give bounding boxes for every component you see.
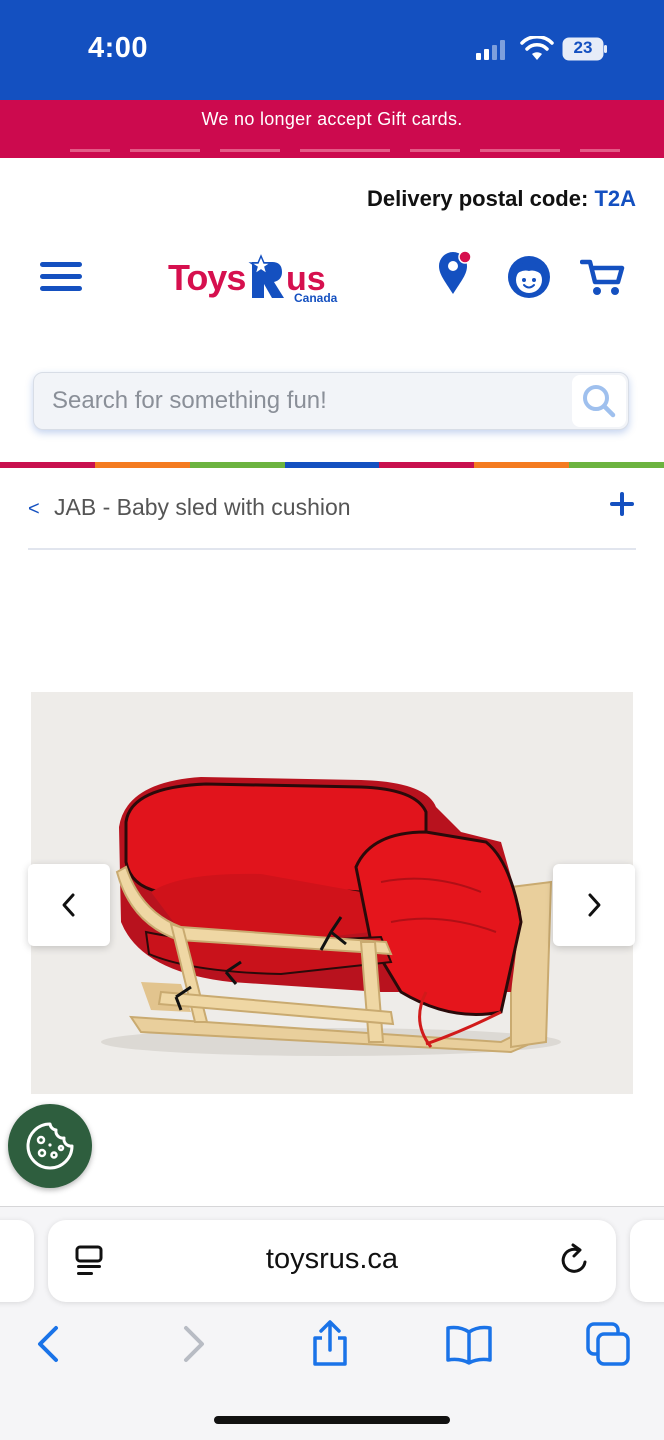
status-time: 4:00: [88, 32, 149, 64]
reload-icon[interactable]: [558, 1242, 592, 1278]
url-text[interactable]: toysrus.ca: [48, 1243, 616, 1276]
share-icon[interactable]: [305, 1320, 355, 1368]
search-icon: [583, 385, 616, 418]
carousel-next-button[interactable]: [553, 864, 635, 946]
promo-message: We no longer accept Gift cards.: [201, 109, 463, 129]
delivery-postal-code[interactable]: Delivery postal code: T2A: [367, 186, 636, 212]
brand-color-stripe: [0, 462, 664, 468]
forward-icon: [184, 1326, 204, 1362]
stripe-segment: [474, 462, 570, 468]
promo-banner: We no longer accept Gift cards.: [0, 100, 664, 158]
wifi-icon: [520, 36, 554, 60]
carousel-prev-button[interactable]: [28, 864, 110, 946]
account-icon[interactable]: [506, 254, 552, 300]
svg-text:Toys: Toys: [168, 257, 245, 298]
sled-illustration: [31, 692, 633, 1094]
address-bar[interactable]: toysrus.ca: [48, 1220, 616, 1302]
delivery-label: Delivery postal code:: [367, 186, 589, 211]
search-input[interactable]: [52, 385, 572, 417]
cart-icon[interactable]: [580, 256, 626, 298]
back-icon[interactable]: [24, 1320, 74, 1368]
stripe-segment: [284, 462, 380, 468]
stripe-segment: [189, 462, 285, 468]
stripe-segment: [0, 462, 95, 468]
promo-scroll-text: [70, 149, 620, 152]
breadcrumb-back-link[interactable]: <: [28, 498, 40, 521]
previous-tab-preview[interactable]: [0, 1220, 34, 1302]
chevron-left-icon: [62, 893, 75, 917]
stripe-segment: [569, 462, 664, 468]
toysrus-logo[interactable]: Toys us Canada: [168, 250, 348, 308]
next-tab-preview[interactable]: [630, 1220, 664, 1302]
cookie-icon: [26, 1122, 74, 1170]
delivery-code[interactable]: T2A: [594, 186, 636, 211]
search-bar: [33, 372, 629, 430]
battery-level: 23: [573, 38, 593, 57]
bookmarks-icon[interactable]: [444, 1320, 494, 1368]
breadcrumb-title[interactable]: JAB - Baby sled with cushion: [54, 494, 351, 521]
store-locator-icon[interactable]: [436, 250, 476, 296]
logo-subtext: Canada: [294, 291, 338, 305]
breadcrumb: < JAB - Baby sled with cushion: [28, 492, 636, 550]
tabs-icon[interactable]: [584, 1320, 634, 1368]
cookie-settings-button[interactable]: [8, 1104, 92, 1188]
product-image[interactable]: [31, 692, 633, 1094]
home-indicator[interactable]: [214, 1416, 450, 1424]
stripe-segment: [379, 462, 475, 468]
search-button[interactable]: [572, 375, 626, 427]
cellular-signal-icon: [476, 40, 505, 60]
battery-icon: 23: [562, 37, 608, 61]
chevron-right-icon: [588, 893, 601, 917]
status-bar: 4:00 23: [0, 0, 664, 100]
menu-icon[interactable]: [40, 260, 82, 294]
stripe-segment: [94, 462, 190, 468]
plus-icon[interactable]: [608, 490, 636, 518]
